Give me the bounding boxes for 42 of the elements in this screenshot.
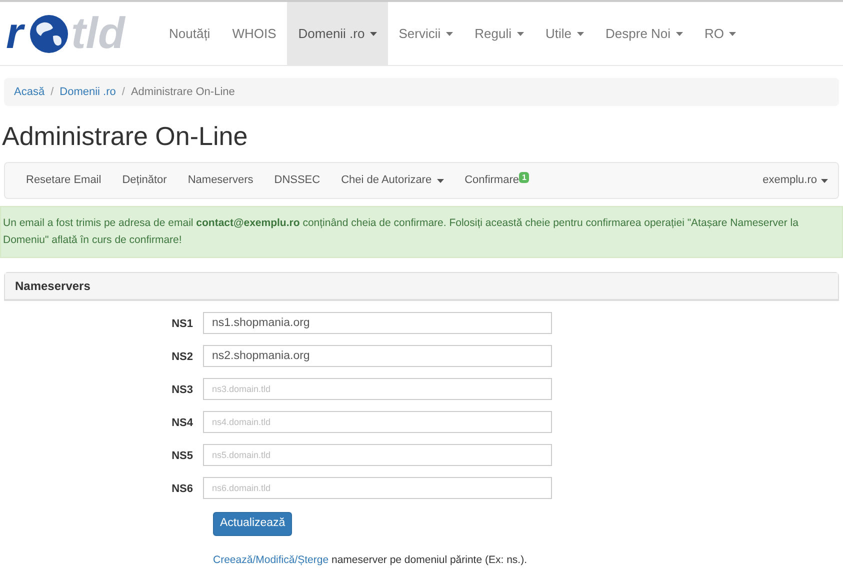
breadcrumb-separator: / (50, 84, 54, 100)
panel-heading: Nameservers (5, 273, 838, 300)
subnav-tab[interactable]: Nameservers (188, 172, 254, 189)
logo-text: r (6, 12, 26, 56)
nav-item[interactable]: WHOIS (221, 2, 288, 65)
field-label: NS4 (170, 416, 194, 432)
field-label: NS1 (170, 317, 194, 332)
subnav-tab[interactable]: DNSSEC (274, 172, 320, 189)
input-field[interactable]: ns4.domain.tld (203, 411, 552, 433)
input-field[interactable]: ns2.shopmania.org (203, 345, 552, 367)
domain-menu[interactable]: exemplu.ro (762, 172, 828, 189)
nav-item[interactable]: Reguli (464, 2, 534, 65)
field-label: NS2 (170, 350, 194, 366)
nav-item[interactable]: Despre Noi (594, 2, 694, 65)
edit-link[interactable]: Creează/Modifică/Șterge (213, 554, 329, 566)
nav-item[interactable]: Utile (534, 2, 595, 65)
input-field[interactable]: ns1.shopmania.org (203, 312, 552, 334)
subnav-tab[interactable]: Resetare Email (26, 172, 102, 189)
nav-item[interactable]: Servicii (388, 2, 464, 65)
count-badge: 1 (519, 172, 530, 183)
field-label: NS6 (170, 482, 194, 498)
input-field[interactable]: ns6.domain.tld (203, 477, 552, 499)
nav-item[interactable]: Domenii .ro (287, 2, 388, 65)
breadcrumb-current: Administrare On-Line (130, 84, 235, 100)
nav-item[interactable]: RO (694, 2, 748, 65)
globe-icon (29, 14, 70, 54)
breadcrumb-link[interactable]: Domenii .ro (60, 84, 116, 100)
input-field[interactable]: ns5.domain.tld (203, 444, 552, 466)
alert-message: Un email a fost trimis pe adresa de email contact@exemplu.ro conținând cheia de confirmare. Folosiți această cheie pentru confirmarea operației "Atașare Nameserver la Domeniu" aflată în curs de confirmare! (0, 206, 843, 258)
note-text: nameserver pe domeniul părinte (Ex: ns.). (331, 554, 527, 566)
update-button[interactable]: Actualizează (213, 512, 292, 536)
subnav-tab[interactable]: Confirmare 1 (464, 172, 530, 189)
nav-item[interactable]: Noutăți (158, 2, 222, 65)
breadcrumb-link[interactable]: Acasă (14, 84, 45, 100)
field-label: NS5 (170, 449, 194, 464)
page-title: Administrare On-Line (2, 121, 249, 151)
subnav-tab[interactable]: Chei de Autorizare (341, 172, 444, 189)
field-label: NS3 (170, 383, 194, 398)
input-field[interactable]: ns3.domain.tld (203, 378, 552, 400)
subnav-tab[interactable]: Deținător (122, 172, 167, 189)
caret-icon (821, 178, 828, 182)
breadcrumb-separator: / (122, 84, 125, 100)
